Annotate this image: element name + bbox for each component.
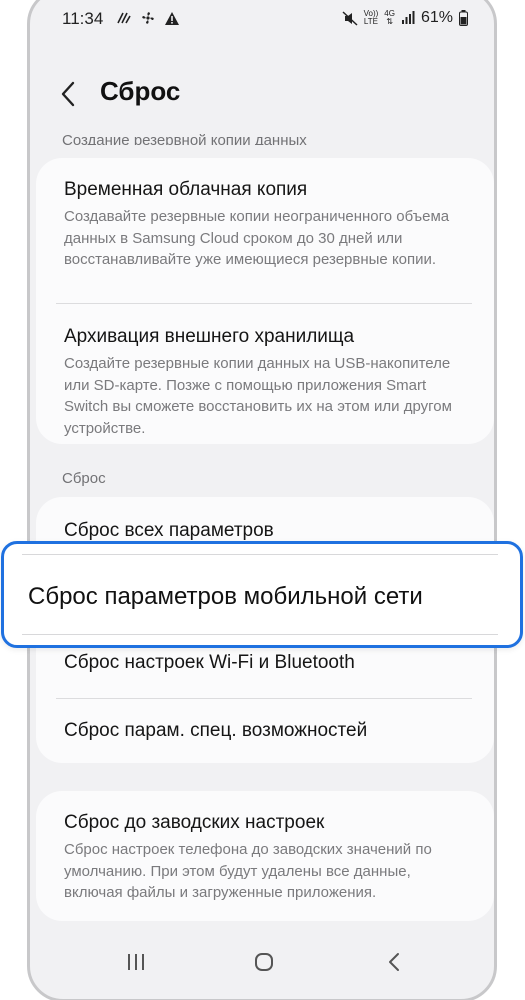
recent-apps-icon: [128, 954, 144, 970]
chevron-left-icon: [61, 81, 75, 107]
divider: [56, 303, 472, 304]
item-title: Временная облачная копия: [64, 179, 308, 200]
home-icon: [255, 953, 273, 971]
battery-icon: [459, 10, 468, 26]
fan-icon: [142, 12, 154, 24]
section-label-reset: Сброс: [62, 470, 106, 487]
item-description: Создайте резервные копии данных на USB-н…: [64, 355, 452, 437]
section-label-backup: Создание резервной копии данных: [62, 132, 307, 145]
mute-icon: [342, 10, 358, 26]
status-notification-icons: [116, 10, 180, 26]
status-right-icons: Vo)) LTE 4G ⇅ 61%: [342, 9, 468, 27]
app-header: Сброс: [30, 71, 494, 121]
back-nav-icon: [389, 953, 399, 971]
network-indicator: 4G ⇅: [384, 9, 395, 26]
back-button[interactable]: [58, 79, 88, 113]
item-title: Сброс парам. спец. возможностей: [64, 720, 368, 741]
recent-apps-button[interactable]: [116, 947, 156, 977]
list-item-reset-mobile-network[interactable]: Сброс параметров мобильной сети: [1, 541, 523, 648]
factory-reset-card: Сброс до заводских настроек Сброс настро…: [36, 791, 494, 921]
back-nav-button[interactable]: [374, 947, 414, 977]
home-button[interactable]: [244, 947, 284, 977]
list-item-cloud-backup[interactable]: Временная облачная копия Создавайте резе…: [64, 178, 470, 271]
item-description: Сброс настроек телефона до заводских зна…: [64, 841, 432, 901]
page-title: Сброс: [100, 76, 181, 106]
lte-label: LTE: [363, 17, 378, 26]
warning-icon: [165, 11, 179, 25]
status-bar: 11:34 Vo)) LTE 4G ⇅ 61%: [30, 3, 494, 37]
volte-indicator: Vo)) LTE: [364, 10, 379, 26]
signal-icon: [401, 11, 415, 24]
item-title: Сброс до заводских настроек: [64, 812, 325, 833]
divider: [22, 634, 498, 635]
status-time: 11:34: [62, 9, 104, 28]
battery-percent: 61%: [420, 9, 453, 26]
list-item-reset-accessibility[interactable]: Сброс парам. спец. возможностей: [64, 719, 470, 743]
item-title: Сброс параметров мобильной сети: [28, 583, 423, 610]
list-item-reset-all-settings[interactable]: Сброс всех параметров: [64, 519, 470, 543]
item-title: Архивация внешнего хранилища: [64, 326, 355, 347]
navigation-bar: [30, 947, 494, 987]
divider: [56, 698, 472, 699]
data-saver-icon: [117, 12, 131, 24]
list-item-factory-reset[interactable]: Сброс до заводских настроек Сброс настро…: [64, 811, 470, 904]
phone-frame: 11:34 Vo)) LTE 4G ⇅ 61% Сброс Создание р…: [27, 0, 497, 1000]
item-title: Сброс настроек Wi-Fi и Bluetooth: [64, 652, 355, 673]
item-title: Сброс всех параметров: [64, 520, 274, 541]
backup-card: Временная облачная копия Создавайте резе…: [36, 158, 494, 444]
list-item-reset-wifi-bluetooth[interactable]: Сброс настроек Wi-Fi и Bluetooth: [64, 651, 470, 675]
list-item-external-storage[interactable]: Архивация внешнего хранилища Создайте ре…: [64, 325, 470, 439]
item-description: Создавайте резервные копии неограниченно…: [64, 208, 450, 268]
divider: [22, 554, 498, 555]
